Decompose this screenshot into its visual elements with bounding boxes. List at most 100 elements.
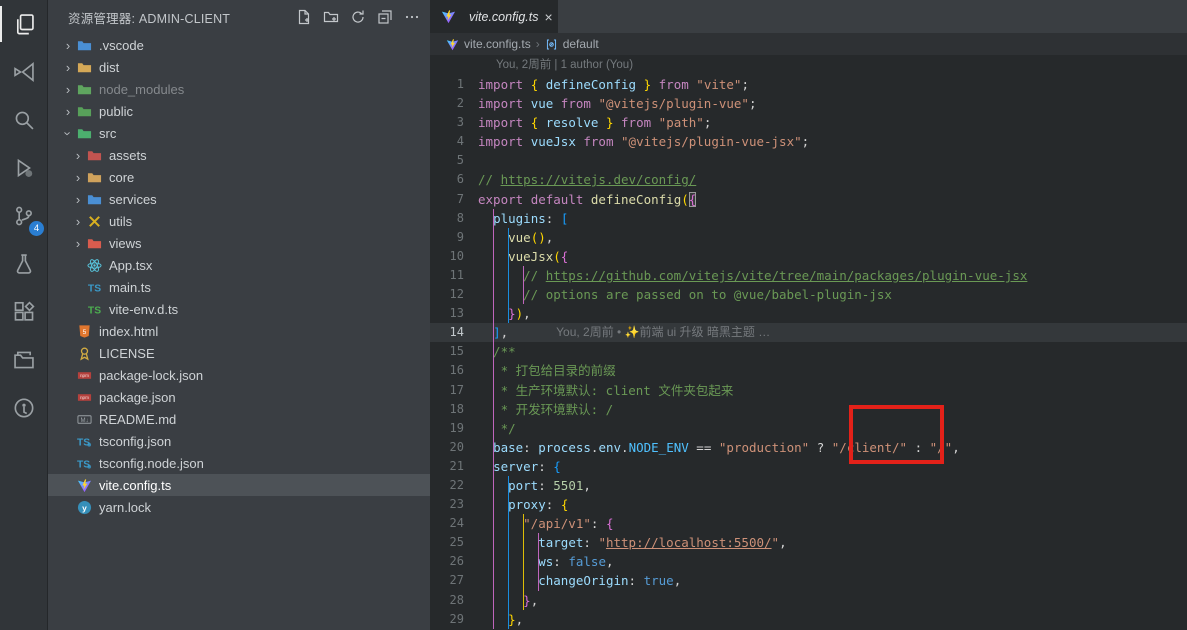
activity-source-control-icon[interactable]: 4 bbox=[0, 192, 48, 240]
code-line[interactable]: 1import { defineConfig } from "vite"; bbox=[430, 75, 1187, 94]
line-number: 27 bbox=[430, 571, 478, 590]
new-file-icon[interactable] bbox=[294, 7, 314, 27]
code-line[interactable]: 9 vue(), bbox=[430, 228, 1187, 247]
more-actions-icon[interactable] bbox=[402, 7, 422, 27]
tree-item-readme-md[interactable]: M↓README.md bbox=[48, 408, 430, 430]
tree-item-vite-env-d-ts[interactable]: TSvite-env.d.ts bbox=[48, 298, 430, 320]
code-line[interactable]: 29 }, bbox=[430, 610, 1187, 629]
code-editor[interactable]: You, 2周前 | 1 author (You) 1import { defi… bbox=[430, 55, 1187, 630]
code-line[interactable]: 6// https://vitejs.dev/config/ bbox=[430, 170, 1187, 189]
code-line[interactable]: 8 plugins: [ bbox=[430, 209, 1187, 228]
breadcrumb-symbol[interactable]: default bbox=[563, 37, 599, 51]
refresh-explorer-icon[interactable] bbox=[348, 7, 368, 27]
activity-explorer-icon[interactable] bbox=[0, 0, 48, 48]
activity-folder-library-icon[interactable] bbox=[0, 336, 48, 384]
code-line[interactable]: 10 vueJsx({ bbox=[430, 247, 1187, 266]
code-line[interactable]: 28 }, bbox=[430, 591, 1187, 610]
activity-extensions-icon[interactable] bbox=[0, 288, 48, 336]
bracket-guide bbox=[523, 266, 524, 304]
code-line[interactable]: 22 port: 5501, bbox=[430, 476, 1187, 495]
tree-item-node-modules[interactable]: ›node_modules bbox=[48, 78, 430, 100]
chevron-icon: › bbox=[61, 125, 76, 141]
search-icon bbox=[13, 109, 35, 131]
folder-icon bbox=[76, 81, 93, 97]
tree-item-package-json[interactable]: npmpackage.json bbox=[48, 386, 430, 408]
chevron-icon: › bbox=[60, 38, 76, 53]
tree-item-src[interactable]: ›src bbox=[48, 122, 430, 144]
code-line[interactable]: 27 changeOrigin: true, bbox=[430, 571, 1187, 590]
activity-testing-icon[interactable] bbox=[0, 240, 48, 288]
close-tab-icon[interactable]: × bbox=[544, 9, 552, 25]
folder-icon bbox=[86, 191, 103, 207]
code-line[interactable]: 20 base: process.env.NODE_ENV == "produc… bbox=[430, 438, 1187, 457]
activity-run-debug-icon[interactable] bbox=[0, 144, 48, 192]
line-number: 29 bbox=[430, 610, 478, 629]
tree-item-views[interactable]: ›views bbox=[48, 232, 430, 254]
code-line[interactable]: 5 bbox=[430, 151, 1187, 170]
tree-item-label: tsconfig.node.json bbox=[99, 456, 204, 471]
line-number: 20 bbox=[430, 438, 478, 457]
code-line[interactable]: 15 /** bbox=[430, 342, 1187, 361]
code-line[interactable]: 17 * 生产环境默认: client 文件夹包起来 bbox=[430, 381, 1187, 400]
code-line[interactable]: 14 ],You, 2周前 • ✨前端 ui 升级 暗黑主题 … bbox=[430, 323, 1187, 342]
folder-library-icon bbox=[13, 349, 35, 371]
tree-item-tsconfig-node-json[interactable]: TStsconfig.node.json bbox=[48, 452, 430, 474]
license-icon bbox=[76, 345, 93, 361]
tree-item-label: package-lock.json bbox=[99, 368, 203, 383]
code-line[interactable]: 16 * 打包给目录的前缀 bbox=[430, 361, 1187, 380]
tree-item-vite-config-ts[interactable]: vite.config.ts bbox=[48, 474, 430, 496]
code-line[interactable]: 12 // options are passed on to @vue/babe… bbox=[430, 285, 1187, 304]
code-line[interactable]: 24 "/api/v1": { bbox=[430, 514, 1187, 533]
tree-item-main-ts[interactable]: TSmain.ts bbox=[48, 276, 430, 298]
activity-vs-logo-icon[interactable] bbox=[0, 48, 48, 96]
tree-item-app-tsx[interactable]: App.tsx bbox=[48, 254, 430, 276]
new-folder-icon[interactable] bbox=[321, 7, 341, 27]
file-tree: ›.vscode›dist›node_modules›public›src›as… bbox=[48, 34, 430, 630]
code-line[interactable]: 21 server: { bbox=[430, 457, 1187, 476]
code-line[interactable]: 25 target: "http://localhost:5500/", bbox=[430, 533, 1187, 552]
code-line[interactable]: 3import { resolve } from "path"; bbox=[430, 113, 1187, 132]
code-line[interactable]: 13 }), bbox=[430, 304, 1187, 323]
tree-item-label: index.html bbox=[99, 324, 158, 339]
tree-item-package-lock-json[interactable]: npmpackage-lock.json bbox=[48, 364, 430, 386]
collapse-folders-icon[interactable] bbox=[375, 7, 395, 27]
tree-item-index-html[interactable]: 5index.html bbox=[48, 320, 430, 342]
breadcrumb-file[interactable]: vite.config.ts bbox=[464, 37, 531, 51]
run-debug-icon bbox=[13, 157, 35, 179]
react-icon bbox=[86, 257, 103, 273]
code-line[interactable]: 7export default defineConfig({ bbox=[430, 190, 1187, 209]
bracket-guide bbox=[508, 228, 509, 324]
code-line[interactable]: 11 // https://github.com/vitejs/vite/tre… bbox=[430, 266, 1187, 285]
tree-item-core[interactable]: ›core bbox=[48, 166, 430, 188]
code-line[interactable]: 18 * 开发环境默认: / bbox=[430, 400, 1187, 419]
codelens-annotation[interactable]: You, 2周前 | 1 author (You) bbox=[430, 55, 1187, 75]
tree-item--vscode[interactable]: ›.vscode bbox=[48, 34, 430, 56]
code-line-text: vueJsx({ bbox=[478, 247, 568, 266]
code-line[interactable]: 23 proxy: { bbox=[430, 495, 1187, 514]
tree-item-assets[interactable]: ›assets bbox=[48, 144, 430, 166]
tree-item-public[interactable]: ›public bbox=[48, 100, 430, 122]
svg-text:M↓: M↓ bbox=[80, 416, 88, 423]
tree-item-label: public bbox=[99, 104, 133, 119]
bracket-guide bbox=[523, 514, 524, 610]
activity-history-icon[interactable] bbox=[0, 384, 48, 432]
code-line-text: proxy: { bbox=[478, 495, 568, 514]
code-line[interactable]: 4import vueJsx from "@vitejs/plugin-vue-… bbox=[430, 132, 1187, 151]
tree-item-utils[interactable]: ›utils bbox=[48, 210, 430, 232]
code-line-text: /** bbox=[478, 342, 516, 361]
line-number: 12 bbox=[430, 285, 478, 304]
code-line[interactable]: 26 ws: false, bbox=[430, 552, 1187, 571]
tree-item-dist[interactable]: ›dist bbox=[48, 56, 430, 78]
tree-item-yarn-lock[interactable]: yyarn.lock bbox=[48, 496, 430, 518]
tab-vite-config[interactable]: vite.config.ts × bbox=[430, 0, 558, 33]
explorer-actions bbox=[294, 7, 422, 27]
code-line[interactable]: 2import vue from "@vitejs/plugin-vue"; bbox=[430, 94, 1187, 113]
tree-item-tsconfig-json[interactable]: TStsconfig.json bbox=[48, 430, 430, 452]
code-line-text: server: { bbox=[478, 457, 561, 476]
tree-item-services[interactable]: ›services bbox=[48, 188, 430, 210]
bracket-guide bbox=[508, 476, 509, 629]
activity-search-icon[interactable] bbox=[0, 96, 48, 144]
tree-item-license[interactable]: LICENSE bbox=[48, 342, 430, 364]
code-line[interactable]: 19 */ bbox=[430, 419, 1187, 438]
testing-icon bbox=[13, 253, 35, 275]
